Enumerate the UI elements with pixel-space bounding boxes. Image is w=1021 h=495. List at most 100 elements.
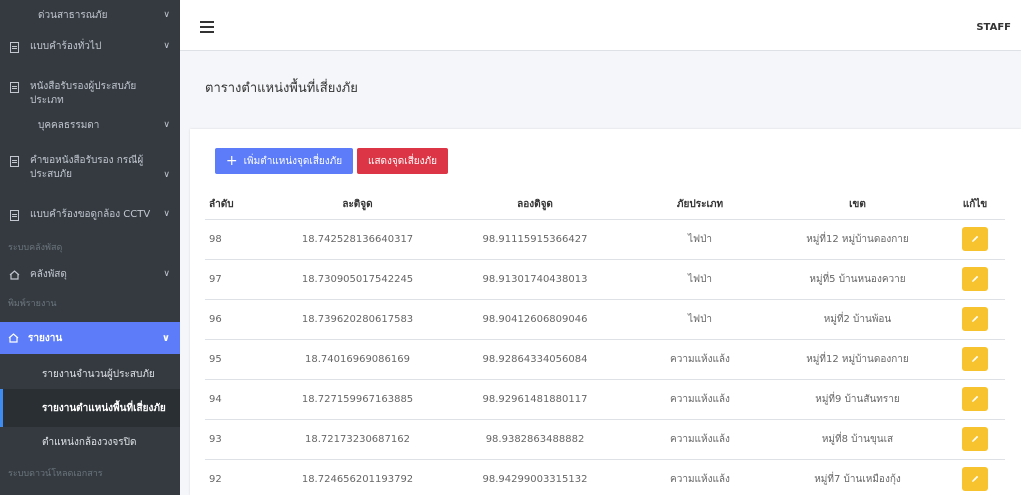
document-icon	[8, 41, 20, 53]
sidebar-item-storage[interactable]: คลังพัสดุ ∨	[0, 268, 180, 282]
chevron-down-icon: ∨	[163, 170, 170, 180]
cell-no: 97	[205, 258, 275, 299]
col-header-hazard-type[interactable]: ภัยประเภท	[630, 191, 770, 219]
sidebar-item-general-request[interactable]: แบบคำร้องทั่วไป ∨	[0, 40, 180, 54]
table-row: 96 18.739620280617583 98.90412606809046 ไฟป…	[205, 298, 1005, 339]
cell-latitude: 18.724656201193792	[275, 458, 440, 495]
sidebar-item-label: คลังพัสดุ	[30, 269, 67, 280]
cell-longitude: 98.9382863488882	[440, 418, 630, 459]
cell-edit	[945, 338, 1005, 379]
chevron-down-icon: ∨	[163, 209, 170, 219]
col-header-zone[interactable]: เขต	[770, 191, 945, 219]
sidebar-item-label: ด่วนสาธารณภัย	[38, 10, 108, 21]
pencil-icon	[972, 235, 979, 242]
cell-zone: หมู่ที่2 บ้านพ้อน	[770, 298, 945, 339]
sidebar-item-certificate-request[interactable]: คำขอหนังสือรับรอง กรณีผู้ประสบภัย ∨	[0, 154, 180, 182]
cell-zone: หมู่ที่9 บ้านสันทราย	[770, 378, 945, 419]
cell-zone: หมู่ที่8 บ้านขุนเส	[770, 418, 945, 459]
risk-location-table: ลำดับ ละติจูด ลองติจูด ภัยประเภท เขต แก้…	[205, 191, 1005, 495]
cell-latitude: 18.74016969086169	[275, 338, 440, 379]
cell-no: 95	[205, 338, 275, 379]
content-card: + เพิ่มตำแหน่งจุดเสี่ยงภัย แสดงจุดเสี่ยง…	[190, 129, 1021, 495]
table-row: 93 18.72173230687162 98.9382863488882 ความแ…	[205, 418, 1005, 459]
table-row: 95 18.74016969086169 98.92864334056084 ความ…	[205, 338, 1005, 379]
chevron-down-icon: ∨	[161, 332, 170, 344]
menu-toggle-icon[interactable]	[200, 21, 214, 33]
cell-latitude: 18.72173230687162	[275, 418, 440, 459]
cell-hazard-type: ความแห้งแล้ง	[630, 458, 770, 495]
cell-edit	[945, 218, 1005, 259]
cell-longitude: 98.92864334056084	[440, 338, 630, 379]
cell-longitude: 98.94299003315132	[440, 458, 630, 495]
table-row: 92 18.724656201193792 98.94299003315132 ควา…	[205, 458, 1005, 495]
sidebar-item-label: บุคคลธรรมดา	[38, 120, 100, 131]
col-header-latitude[interactable]: ละติจูด	[275, 191, 440, 219]
user-label[interactable]: STAFF	[976, 22, 1011, 33]
edit-button[interactable]	[962, 427, 988, 451]
col-header-no[interactable]: ลำดับ	[205, 191, 275, 219]
chevron-down-icon: ∨	[163, 10, 170, 20]
edit-button[interactable]	[962, 467, 988, 492]
cell-longitude: 98.90412606809046	[440, 298, 630, 339]
page-title: ตารางตำแหน่งพื้นที่เสี่ยงภัย	[205, 81, 358, 96]
edit-button[interactable]	[962, 267, 988, 291]
sidebar-item-label: หนังสือรับรองผู้ประสบภัย ประเภท	[30, 81, 137, 106]
show-risk-points-button[interactable]: แสดงจุดเสี่ยงภัย	[357, 148, 448, 174]
cell-latitude: 18.739620280617583	[275, 298, 440, 339]
table-row: 98 18.742528136640317 98.91115915366427 ไฟป…	[205, 218, 1005, 259]
sidebar-subitem-victim-report[interactable]: รายงานจำนวนผู้ประสบภัย	[0, 355, 180, 393]
home-icon	[8, 269, 20, 281]
sidebar-item-label: คำขอหนังสือรับรอง กรณีผู้ประสบภัย	[30, 155, 144, 180]
edit-button[interactable]	[962, 307, 988, 331]
table-row: 97 18.730905017542245 98.91301740438013 ไฟป…	[205, 258, 1005, 299]
cell-zone: หมู่ที่12 หมู่บ้านดองกาย	[770, 218, 945, 259]
sidebar-header-storage: ระบบคลังพัสดุ	[8, 243, 63, 253]
document-icon	[8, 155, 20, 167]
cell-hazard-type: ความแห้งแล้ง	[630, 418, 770, 459]
sidebar-item-cctv-request[interactable]: แบบคำร้องขอดูกล้อง CCTV ∨	[0, 208, 180, 222]
cell-no: 98	[205, 218, 275, 259]
table-row: 94 18.727159967163885 98.92961481880117 ควา…	[205, 378, 1005, 419]
cell-hazard-type: ไฟป่า	[630, 218, 770, 259]
edit-button[interactable]	[962, 227, 988, 251]
cell-longitude: 98.91115915366427	[440, 218, 630, 259]
cell-no: 93	[205, 418, 275, 459]
document-icon	[8, 81, 20, 93]
pencil-icon	[972, 275, 979, 282]
cell-no: 92	[205, 458, 275, 495]
cell-zone: หมู่ที่12 หมู่บ้านดองกาย	[770, 338, 945, 379]
table-header-row: ลำดับ ละติจูด ลองติจูด ภัยประเภท เขต แก้…	[205, 191, 1005, 219]
plus-icon: +	[225, 153, 238, 169]
sidebar-header-print: พิมพ์รายงาน	[8, 299, 57, 309]
chevron-down-icon: ∨	[163, 120, 170, 130]
cell-hazard-type: ไฟป่า	[630, 258, 770, 299]
cell-hazard-type: ไฟป่า	[630, 298, 770, 339]
cell-edit	[945, 378, 1005, 419]
chevron-down-icon: ∨	[163, 269, 170, 279]
sidebar-subitem-risk-location-report[interactable]: รายงานตำแหน่งพื้นที่เสี่ยงภัย	[0, 389, 180, 427]
sidebar-item-report[interactable]: รายงาน ∨	[0, 322, 180, 354]
sidebar-item-individual[interactable]: บุคคลธรรมดา ∨	[0, 119, 180, 133]
edit-button[interactable]	[962, 347, 988, 371]
pencil-icon	[972, 476, 979, 483]
cell-edit	[945, 458, 1005, 495]
sidebar-item-label: แบบคำร้องทั่วไป	[30, 41, 102, 52]
pencil-icon	[972, 355, 979, 362]
sidebar-item-emergency[interactable]: ด่วนสาธารณภัย ∨	[0, 9, 180, 23]
sidebar-header-download: ระบบดาวน์โหลดเอกสาร	[8, 469, 103, 479]
chevron-down-icon: ∨	[163, 41, 170, 51]
add-risk-location-button[interactable]: + เพิ่มตำแหน่งจุดเสี่ยงภัย	[215, 148, 353, 174]
cell-longitude: 98.92961481880117	[440, 378, 630, 419]
cell-edit	[945, 298, 1005, 339]
cell-latitude: 18.727159967163885	[275, 378, 440, 419]
add-button-label: เพิ่มตำแหน่งจุดเสี่ยงภัย	[243, 155, 343, 167]
sidebar-item-victim-certificate[interactable]: หนังสือรับรองผู้ประสบภัย ประเภท	[0, 80, 180, 108]
cell-edit	[945, 418, 1005, 459]
edit-button[interactable]	[962, 387, 988, 411]
cell-no: 94	[205, 378, 275, 419]
home-icon	[8, 333, 20, 343]
col-header-longitude[interactable]: ลองติจูด	[440, 191, 630, 219]
pencil-icon	[972, 395, 979, 402]
cell-latitude: 18.730905017542245	[275, 258, 440, 299]
sidebar-subitem-cctv-location[interactable]: ตำแหน่งกล้องวงจรปิด	[0, 423, 180, 461]
